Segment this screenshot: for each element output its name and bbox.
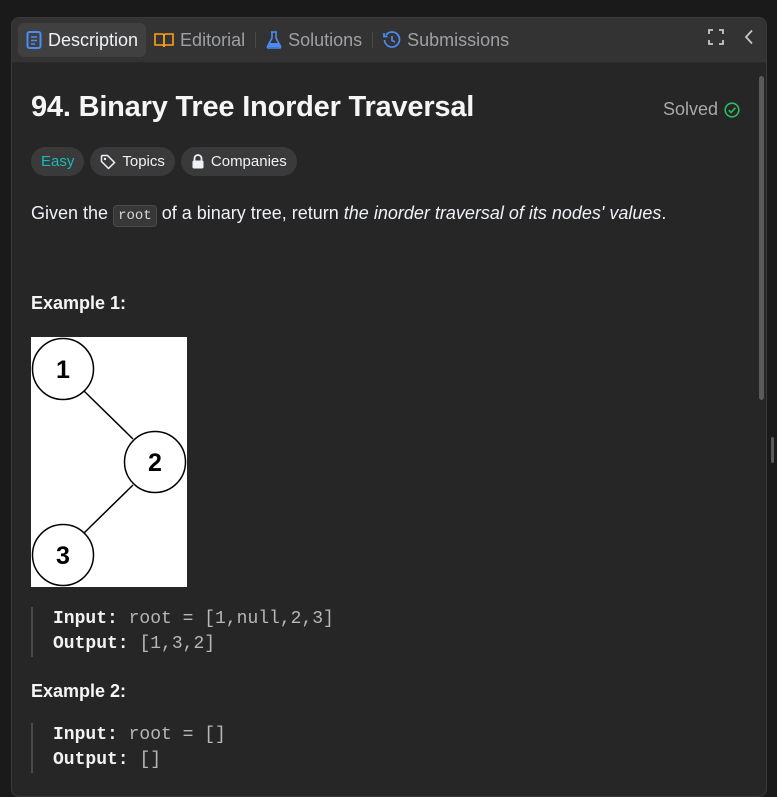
panel-resize-handle[interactable] xyxy=(771,437,774,463)
companies-label: Companies xyxy=(210,153,287,170)
desc-middle: of a binary tree, return xyxy=(161,203,339,223)
tab-solutions[interactable]: Solutions xyxy=(258,23,370,57)
output-label: Output: xyxy=(53,750,129,770)
tab-divider xyxy=(372,32,374,48)
input-value: root = [1,null,2,3] xyxy=(128,609,334,629)
example-1-title: Example 1: xyxy=(31,293,127,313)
output-value: [] xyxy=(139,750,162,770)
tree-node-label: 1 xyxy=(56,356,70,384)
check-circle-icon xyxy=(724,101,740,118)
example-2-output: Output: [] xyxy=(53,748,226,773)
book-icon xyxy=(154,33,174,48)
tab-editorial-label: Editorial xyxy=(180,29,246,50)
example-1-output: Output: [1,3,2] xyxy=(53,632,334,657)
tab-solutions-label: Solutions xyxy=(288,29,363,50)
problem-title[interactable]: 94. Binary Tree Inorder Traversal xyxy=(31,91,474,124)
tree-edge xyxy=(83,390,134,440)
example-2-io: Input: root = [] Output: [] xyxy=(31,723,226,773)
problem-description: Given the root of a binary tree, return … xyxy=(31,203,667,227)
example-2-input: Input: root = [] xyxy=(53,723,226,748)
tree-node-label: 3 xyxy=(56,542,70,570)
tab-divider xyxy=(255,32,257,48)
output-value: [1,3,2] xyxy=(139,634,216,654)
input-value: root = [] xyxy=(128,725,226,745)
tab-description[interactable]: Description xyxy=(18,23,147,57)
tree-node-label: 2 xyxy=(148,449,162,477)
solved-status: Solved xyxy=(663,99,740,120)
topics-button[interactable]: Topics xyxy=(90,147,175,176)
topics-label: Topics xyxy=(122,153,165,170)
tab-editorial[interactable]: Editorial xyxy=(146,23,253,57)
desc-italic: the inorder traversal of its nodes' valu… xyxy=(343,203,662,223)
flask-icon xyxy=(266,31,282,49)
difficulty-badge: Easy xyxy=(31,147,85,176)
desc-suffix: . xyxy=(661,203,667,223)
description-icon xyxy=(26,31,42,49)
tab-description-label: Description xyxy=(48,29,139,50)
tab-bar: Description Editorial Solutions Submissi… xyxy=(12,18,766,63)
example-1-input: Input: root = [1,null,2,3] xyxy=(53,607,334,632)
tab-submissions[interactable]: Submissions xyxy=(375,23,517,57)
example-1-io: Input: root = [1,null,2,3] Output: [1,3,… xyxy=(31,607,334,657)
desc-prefix: Given the xyxy=(31,203,109,223)
scrollbar[interactable] xyxy=(759,76,764,400)
example-1-tree-image: 1 2 3 xyxy=(31,337,187,587)
binary-tree-diagram: 1 2 3 xyxy=(31,337,187,587)
history-icon xyxy=(383,31,401,48)
companies-button[interactable]: Companies xyxy=(180,147,297,176)
description-panel: Description Editorial Solutions Submissi… xyxy=(11,17,767,797)
tag-list: Easy Topics Companies xyxy=(31,147,297,176)
tab-submissions-label: Submissions xyxy=(407,29,510,50)
input-label: Input: xyxy=(53,609,118,629)
input-label: Input: xyxy=(53,725,118,745)
collapse-chevron-left-icon[interactable] xyxy=(744,29,754,45)
solved-label: Solved xyxy=(662,99,718,119)
tree-edge xyxy=(83,484,134,534)
desc-code-root: root xyxy=(113,205,157,227)
lock-icon xyxy=(192,154,204,169)
fullscreen-icon[interactable] xyxy=(708,29,724,45)
example-2-title: Example 2: xyxy=(31,681,127,701)
output-label: Output: xyxy=(53,634,129,654)
tag-icon xyxy=(101,154,116,170)
